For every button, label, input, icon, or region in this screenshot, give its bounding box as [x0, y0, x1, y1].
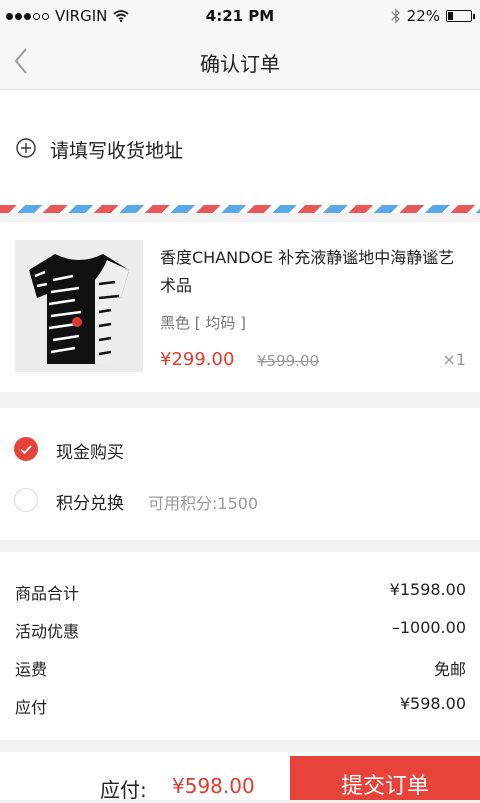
amount-due-value: ¥598.00	[172, 774, 255, 798]
address-label: 请填写收货地址	[50, 140, 184, 162]
amount-due-label: 应付:	[100, 778, 147, 802]
payment-option-label: 现金购买	[56, 443, 124, 463]
checkout-bar: 应付: ¥598.00 提交订单	[0, 752, 480, 802]
summary-row: 运费 免邮	[0, 656, 480, 680]
status-right: 22%	[391, 7, 475, 25]
address-entry[interactable]: 请填写收货地址	[0, 90, 480, 205]
summary-label: 商品合计	[15, 584, 80, 603]
product-price: ¥299.00	[160, 349, 235, 370]
battery-icon	[446, 10, 475, 22]
summary-label: 运费	[15, 660, 48, 679]
plus-circle-icon	[16, 138, 36, 158]
summary-value: 免邮	[433, 660, 466, 679]
page-title: 确认订单	[200, 52, 280, 76]
product-original-price: ¥599.00	[257, 352, 320, 370]
product-card[interactable]: 香度CHANDOE 补充液静谧地中海静谧艺术品 黑色 [ 均码 ] ¥299.0…	[0, 222, 480, 392]
payment-option-label: 积分兑换	[56, 494, 124, 514]
payment-options: 现金购买 积分兑换 可用积分:1500	[0, 408, 480, 540]
nav-bar: 确认订单	[0, 32, 480, 90]
summary-value: ¥1598.00	[389, 580, 466, 599]
product-quantity: ×1	[442, 350, 466, 369]
submit-order-button[interactable]: 提交订单	[290, 756, 480, 800]
summary-value: –1000.00	[391, 618, 466, 637]
summary-label: 应付	[15, 698, 48, 717]
summary-row: 商品合计 ¥1598.00	[0, 580, 480, 604]
available-points: 可用积分:1500	[148, 494, 259, 513]
battery-percent: 22%	[406, 7, 440, 25]
order-summary: 商品合计 ¥1598.00 活动优惠 –1000.00 运费 免邮 应付 ¥59…	[0, 552, 480, 740]
airmail-divider	[0, 205, 480, 213]
product-name: 香度CHANDOE 补充液静谧地中海静谧艺术品	[160, 248, 455, 295]
bluetooth-icon	[391, 8, 400, 24]
summary-row: 应付 ¥598.00	[0, 694, 480, 718]
status-bar: VIRGIN 4:21 PM 22%	[0, 0, 480, 32]
product-spec: 黑色 [ 均码 ]	[160, 314, 247, 332]
summary-row: 活动优惠 –1000.00	[0, 618, 480, 642]
radio-empty-icon[interactable]	[14, 488, 38, 512]
summary-label: 活动优惠	[15, 622, 80, 641]
product-image	[15, 240, 143, 372]
checkmark-icon[interactable]	[14, 437, 38, 461]
summary-value: ¥598.00	[399, 694, 466, 713]
